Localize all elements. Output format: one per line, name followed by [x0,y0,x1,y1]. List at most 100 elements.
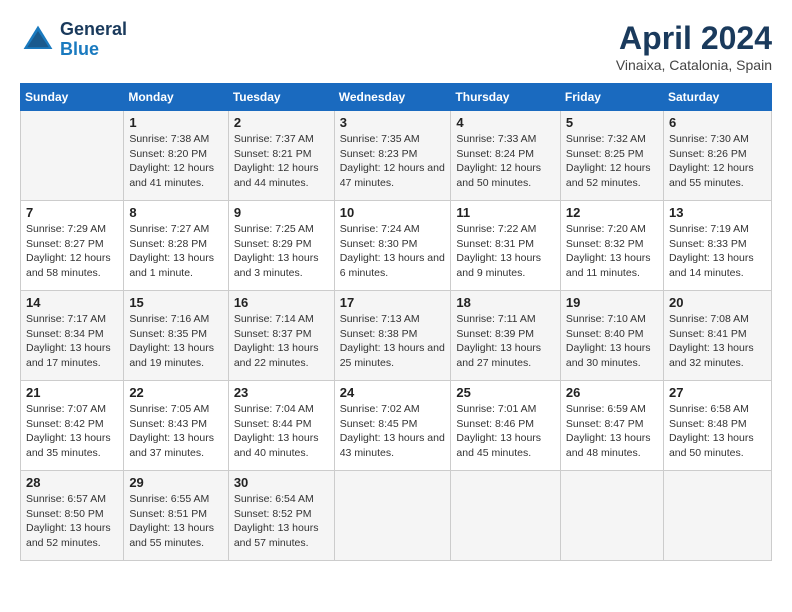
calendar-cell: 16 Sunrise: 7:14 AMSunset: 8:37 PMDayligh… [228,291,334,381]
calendar-cell: 23 Sunrise: 7:04 AMSunset: 8:44 PMDayligh… [228,381,334,471]
day-number: 24 [340,385,446,400]
day-number: 17 [340,295,446,310]
day-number: 12 [566,205,658,220]
calendar-cell: 30 Sunrise: 6:54 AMSunset: 8:52 PMDayligh… [228,471,334,561]
day-info: Sunrise: 6:59 AMSunset: 8:47 PMDaylight:… [566,402,658,461]
day-info: Sunrise: 7:38 AMSunset: 8:20 PMDaylight:… [129,132,222,191]
day-info: Sunrise: 7:02 AMSunset: 8:45 PMDaylight:… [340,402,446,461]
day-number: 29 [129,475,222,490]
calendar-week-row: 14 Sunrise: 7:17 AMSunset: 8:34 PMDayligh… [21,291,772,381]
weekday-header: Sunday [21,84,124,111]
day-info: Sunrise: 7:33 AMSunset: 8:24 PMDaylight:… [456,132,555,191]
day-info: Sunrise: 7:29 AMSunset: 8:27 PMDaylight:… [26,222,118,281]
day-number: 26 [566,385,658,400]
calendar-week-row: 21 Sunrise: 7:07 AMSunset: 8:42 PMDayligh… [21,381,772,471]
day-number: 22 [129,385,222,400]
day-number: 7 [26,205,118,220]
calendar-header: SundayMondayTuesdayWednesdayThursdayFrid… [21,84,772,111]
day-info: Sunrise: 7:30 AMSunset: 8:26 PMDaylight:… [669,132,766,191]
logo-text: General Blue [60,20,127,60]
day-info: Sunrise: 7:22 AMSunset: 8:31 PMDaylight:… [456,222,555,281]
weekday-header: Friday [560,84,663,111]
calendar-cell: 6Sunrise: 7:30 AMSunset: 8:26 PMDaylight… [663,111,771,201]
calendar-cell [334,471,451,561]
day-info: Sunrise: 7:16 AMSunset: 8:35 PMDaylight:… [129,312,222,371]
calendar-cell: 18 Sunrise: 7:11 AMSunset: 8:39 PMDayligh… [451,291,561,381]
day-number: 30 [234,475,329,490]
page-header: General Blue April 2024 Vinaixa, Catalon… [20,20,772,73]
day-number: 21 [26,385,118,400]
day-number: 2 [234,115,329,130]
calendar-table: SundayMondayTuesdayWednesdayThursdayFrid… [20,83,772,561]
day-info: Sunrise: 7:35 AMSunset: 8:23 PMDaylight:… [340,132,446,191]
calendar-cell: 25 Sunrise: 7:01 AMSunset: 8:46 PMDayligh… [451,381,561,471]
calendar-cell [663,471,771,561]
day-info: Sunrise: 6:58 AMSunset: 8:48 PMDaylight:… [669,402,766,461]
day-number: 8 [129,205,222,220]
calendar-cell [21,111,124,201]
day-number: 23 [234,385,329,400]
day-number: 15 [129,295,222,310]
day-number: 3 [340,115,446,130]
calendar-cell [451,471,561,561]
day-number: 14 [26,295,118,310]
day-info: Sunrise: 7:01 AMSunset: 8:46 PMDaylight:… [456,402,555,461]
day-info: Sunrise: 7:37 AMSunset: 8:21 PMDaylight:… [234,132,329,191]
calendar-cell: 21 Sunrise: 7:07 AMSunset: 8:42 PMDayligh… [21,381,124,471]
day-info: Sunrise: 7:20 AMSunset: 8:32 PMDaylight:… [566,222,658,281]
calendar-cell: 11 Sunrise: 7:22 AMSunset: 8:31 PMDayligh… [451,201,561,291]
day-info: Sunrise: 7:08 AMSunset: 8:41 PMDaylight:… [669,312,766,371]
day-info: Sunrise: 7:27 AMSunset: 8:28 PMDaylight:… [129,222,222,281]
calendar-cell: 24 Sunrise: 7:02 AMSunset: 8:45 PMDayligh… [334,381,451,471]
day-info: Sunrise: 7:32 AMSunset: 8:25 PMDaylight:… [566,132,658,191]
title-block: April 2024 Vinaixa, Catalonia, Spain [616,20,772,73]
weekday-header: Wednesday [334,84,451,111]
calendar-cell: 3 Sunrise: 7:35 AMSunset: 8:23 PMDaylight… [334,111,451,201]
calendar-cell: 2 Sunrise: 7:37 AMSunset: 8:21 PMDaylight… [228,111,334,201]
day-number: 25 [456,385,555,400]
day-info: Sunrise: 7:04 AMSunset: 8:44 PMDaylight:… [234,402,329,461]
calendar-cell: 17 Sunrise: 7:13 AMSunset: 8:38 PMDayligh… [334,291,451,381]
calendar-week-row: 7 Sunrise: 7:29 AMSunset: 8:27 PMDaylight… [21,201,772,291]
calendar-cell: 14 Sunrise: 7:17 AMSunset: 8:34 PMDayligh… [21,291,124,381]
calendar-cell: 5 Sunrise: 7:32 AMSunset: 8:25 PMDaylight… [560,111,663,201]
day-number: 10 [340,205,446,220]
calendar-cell: 10 Sunrise: 7:24 AMSunset: 8:30 PMDayligh… [334,201,451,291]
day-number: 11 [456,205,555,220]
calendar-cell: 9Sunrise: 7:25 AMSunset: 8:29 PMDaylight… [228,201,334,291]
weekday-header: Thursday [451,84,561,111]
day-number: 18 [456,295,555,310]
day-info: Sunrise: 7:14 AMSunset: 8:37 PMDaylight:… [234,312,329,371]
day-number: 20 [669,295,766,310]
day-info: Sunrise: 7:07 AMSunset: 8:42 PMDaylight:… [26,402,118,461]
day-number: 19 [566,295,658,310]
day-info: Sunrise: 7:19 AMSunset: 8:33 PMDaylight:… [669,222,766,281]
location: Vinaixa, Catalonia, Spain [616,57,772,73]
calendar-cell: 22 Sunrise: 7:05 AMSunset: 8:43 PMDayligh… [124,381,228,471]
calendar-cell: 19Sunrise: 7:10 AMSunset: 8:40 PMDayligh… [560,291,663,381]
calendar-cell: 1Sunrise: 7:38 AMSunset: 8:20 PMDaylight… [124,111,228,201]
day-info: Sunrise: 6:54 AMSunset: 8:52 PMDaylight:… [234,492,329,551]
weekday-header: Tuesday [228,84,334,111]
logo-icon [20,22,56,58]
day-info: Sunrise: 7:05 AMSunset: 8:43 PMDaylight:… [129,402,222,461]
calendar-cell: 8 Sunrise: 7:27 AMSunset: 8:28 PMDaylight… [124,201,228,291]
day-info: Sunrise: 7:13 AMSunset: 8:38 PMDaylight:… [340,312,446,371]
calendar-cell [560,471,663,561]
calendar-week-row: 28 Sunrise: 6:57 AMSunset: 8:50 PMDayligh… [21,471,772,561]
weekday-header: Monday [124,84,228,111]
logo: General Blue [20,20,127,60]
calendar-cell: 7 Sunrise: 7:29 AMSunset: 8:27 PMDaylight… [21,201,124,291]
day-number: 16 [234,295,329,310]
day-info: Sunrise: 7:24 AMSunset: 8:30 PMDaylight:… [340,222,446,281]
day-number: 4 [456,115,555,130]
calendar-week-row: 1Sunrise: 7:38 AMSunset: 8:20 PMDaylight… [21,111,772,201]
day-number: 5 [566,115,658,130]
day-number: 9 [234,205,329,220]
day-info: Sunrise: 6:57 AMSunset: 8:50 PMDaylight:… [26,492,118,551]
day-number: 28 [26,475,118,490]
day-info: Sunrise: 7:17 AMSunset: 8:34 PMDaylight:… [26,312,118,371]
day-info: Sunrise: 7:11 AMSunset: 8:39 PMDaylight:… [456,312,555,371]
day-info: Sunrise: 6:55 AMSunset: 8:51 PMDaylight:… [129,492,222,551]
month-title: April 2024 [616,20,772,57]
